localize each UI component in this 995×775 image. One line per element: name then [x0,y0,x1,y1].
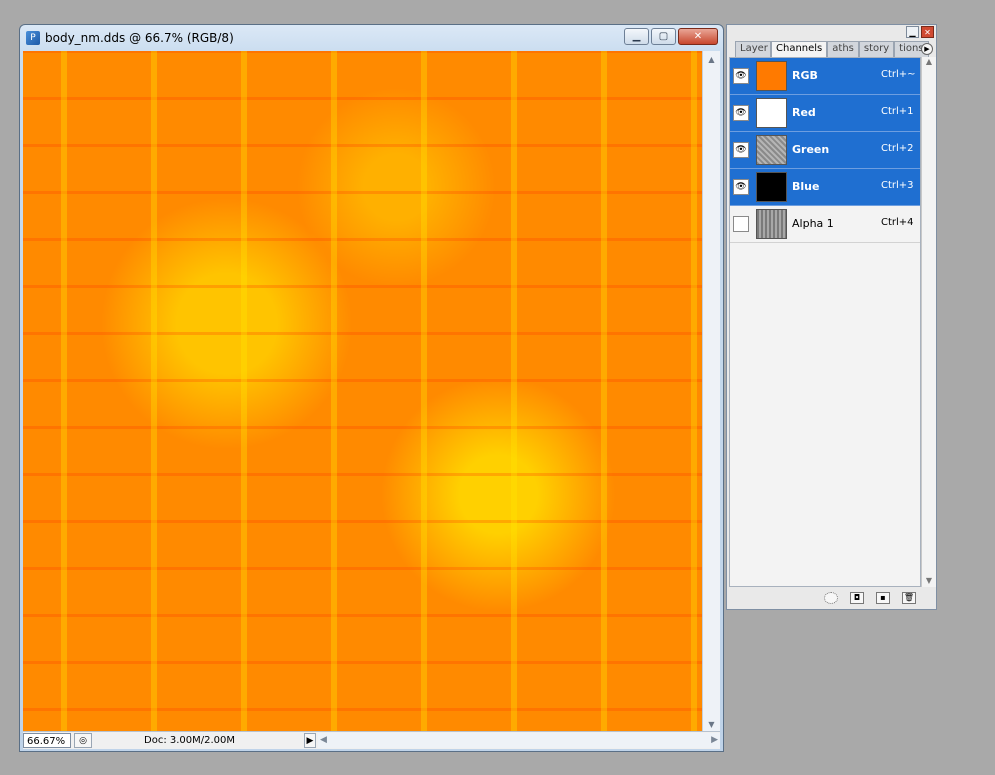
horizontal-scrollbar[interactable]: ◀ ▶ [318,733,720,748]
panel-window-controls: ▁ ✕ [906,26,934,38]
channel-thumbnail [756,135,787,165]
minimize-button[interactable]: ▁ [624,28,649,45]
channel-name: Alpha 1 [792,217,834,230]
load-selection-icon[interactable] [824,592,838,604]
trash-icon[interactable]: 🗑 [902,592,916,604]
doc-size-info: Doc: 3.00M/2.00M [144,735,236,746]
canvas-area[interactable] [23,51,702,733]
channel-shortcut: Ctrl+1 [881,106,914,117]
channel-shortcut: Ctrl+2 [881,143,914,154]
panel-menu-icon[interactable]: ▶ [921,43,933,55]
panel-footer: ◘ ▪ 🗑 [727,587,936,609]
tab-paths[interactable]: aths [827,41,859,58]
channel-thumbnail [756,61,787,91]
channel-row-red[interactable]: 👁 Red Ctrl+1 [730,95,920,132]
channel-name: Blue [792,180,820,193]
status-menu-arrow-icon[interactable]: ▶ [304,733,316,748]
maximize-button[interactable]: ▢ [651,28,676,45]
close-icon: ✕ [693,31,703,42]
panel-close-button[interactable]: ✕ [921,26,934,38]
eye-icon[interactable]: 👁 [733,68,749,84]
maximize-icon: ▢ [658,31,669,42]
visibility-toggle-empty[interactable] [733,216,749,232]
scroll-up-icon[interactable]: ▲ [922,57,936,66]
eye-icon[interactable]: 👁 [733,179,749,195]
panel-tabs: Layer Channels aths story tions [735,41,929,58]
channel-row-blue[interactable]: 👁 Blue Ctrl+3 [730,169,920,206]
navigator-icon[interactable]: ◎ [74,733,92,748]
channel-shortcut: Ctrl+~ [881,69,916,80]
channel-thumbnail [756,209,787,239]
window-controls: ▁ ▢ ✕ [624,28,718,45]
minimize-icon: ▁ [632,31,641,42]
document-window: P body_nm.dds @ 66.7% (RGB/8) ▁ ▢ ✕ ▲ ▼ … [19,24,724,752]
channel-row-rgb[interactable]: 👁 RGB Ctrl+~ [730,58,920,95]
channel-name: RGB [792,69,818,82]
tab-layers[interactable]: Layer [735,41,771,58]
scroll-left-icon[interactable]: ◀ [320,733,327,748]
photoshop-document-icon: P [26,31,40,45]
scroll-right-icon[interactable]: ▶ [711,733,718,748]
status-bar: 66.67% ◎ Doc: 3.00M/2.00M ▶ ◀ ▶ [23,731,720,749]
channel-thumbnail [756,98,787,128]
panel-minimize-button[interactable]: ▁ [906,26,919,38]
channel-row-alpha-1[interactable]: Alpha 1 Ctrl+4 [730,206,920,243]
eye-icon[interactable]: 👁 [733,105,749,121]
document-titlebar[interactable]: P body_nm.dds @ 66.7% (RGB/8) ▁ ▢ ✕ [20,25,723,51]
channels-panel: ▁ ✕ Layer Channels aths story tions ▶ 👁 … [726,24,937,610]
eye-icon[interactable]: 👁 [733,142,749,158]
close-button[interactable]: ✕ [678,28,718,45]
tab-channels[interactable]: Channels [771,41,828,58]
channel-name: Red [792,106,816,119]
save-selection-icon[interactable]: ◘ [850,592,864,604]
scroll-up-icon[interactable]: ▲ [703,51,720,68]
scroll-down-icon[interactable]: ▼ [922,576,936,585]
channel-shortcut: Ctrl+3 [881,180,914,191]
channel-name: Green [792,143,830,156]
document-title: body_nm.dds @ 66.7% (RGB/8) [45,31,234,45]
normal-map-texture [23,51,702,733]
new-channel-icon[interactable]: ▪ [876,592,890,604]
channel-shortcut: Ctrl+4 [881,217,914,228]
channel-thumbnail [756,172,787,202]
channel-list: 👁 RGB Ctrl+~ 👁 Red Ctrl+1 👁 Green Ctrl+2… [729,57,921,587]
zoom-field[interactable]: 66.67% [23,733,71,748]
channel-row-green[interactable]: 👁 Green Ctrl+2 [730,132,920,169]
vertical-scrollbar[interactable]: ▲ ▼ [702,51,720,733]
channel-list-scrollbar[interactable]: ▲ ▼ [921,57,936,587]
tab-history[interactable]: story [858,41,895,58]
